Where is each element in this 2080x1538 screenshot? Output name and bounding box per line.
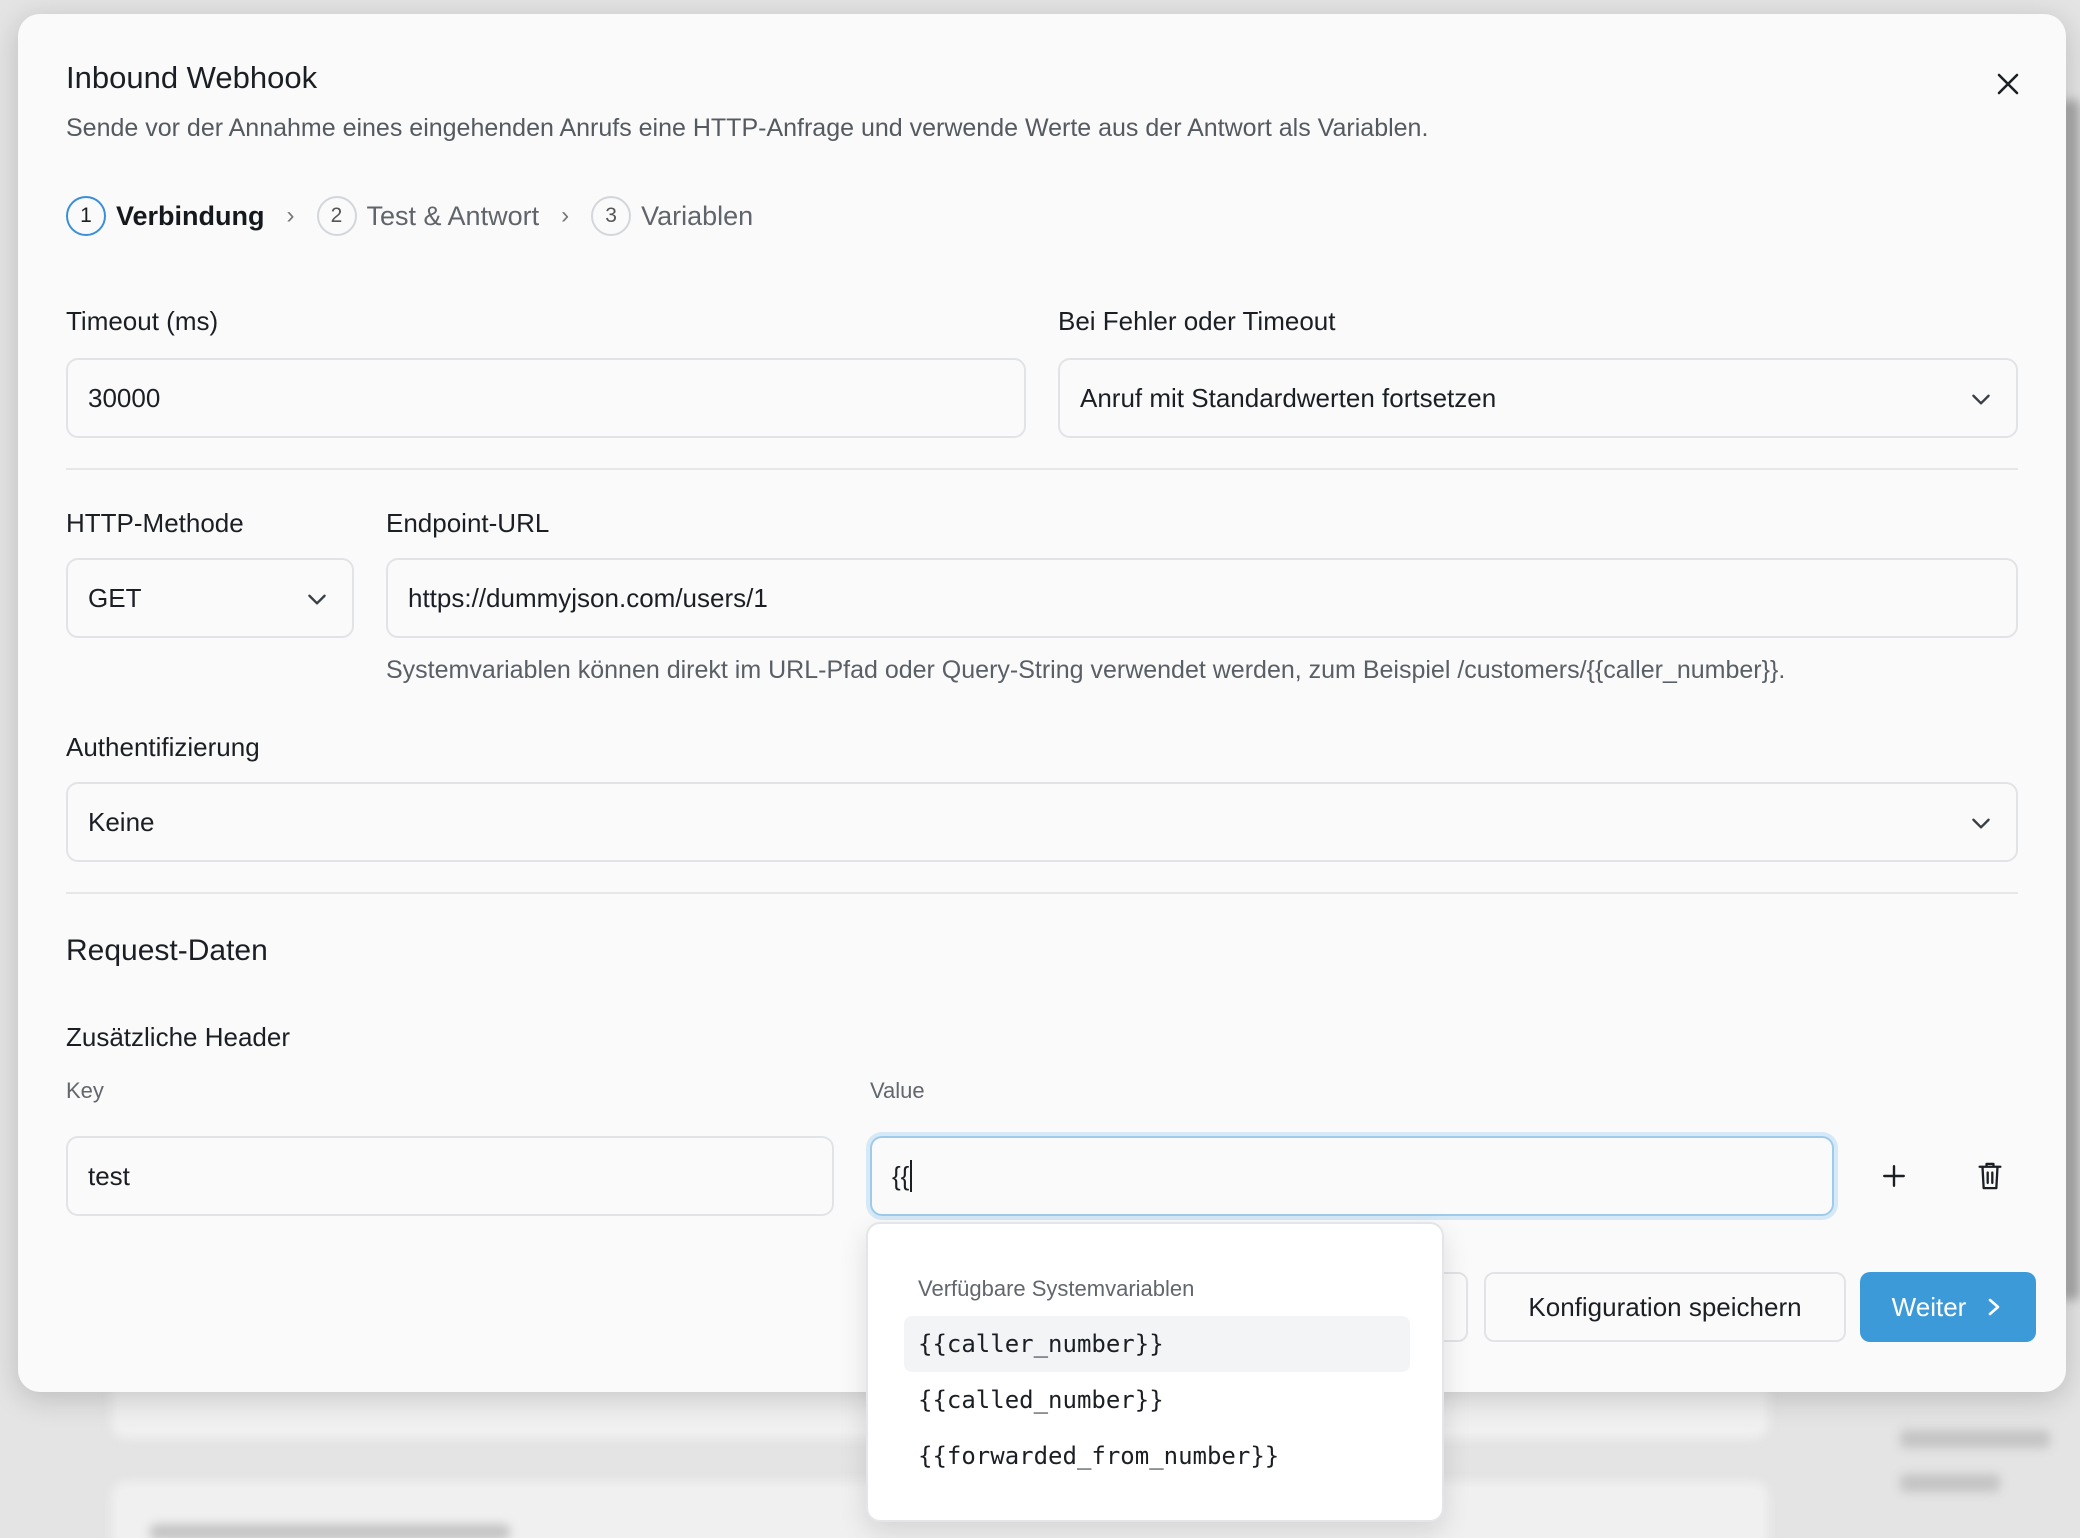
endpoint-url-hint: Systemvariablen können direkt im URL-Pfa… — [386, 656, 1786, 684]
chevron-right-icon — [1989, 1298, 2000, 1316]
header-value-input[interactable]: {{ — [870, 1136, 1834, 1216]
trash-icon — [1978, 1162, 2002, 1190]
timeout-input[interactable]: 30000 — [66, 358, 1026, 438]
header-key-label: Key — [66, 1078, 104, 1103]
chevron-down-icon — [308, 594, 326, 605]
http-method-label: HTTP-Methode — [66, 508, 244, 538]
plus-icon — [1883, 1165, 1905, 1187]
endpoint-url-input[interactable]: https://dummyjson.com/users/1 — [386, 558, 2018, 638]
divider — [66, 892, 2018, 894]
dropdown-header: Verfügbare Systemvariablen — [918, 1276, 1195, 1301]
on-error-select[interactable]: Anruf mit Standardwerten fortsetzen — [1058, 358, 2018, 438]
step-label: Variablen — [641, 200, 754, 231]
stepper: 1 Verbindung › 2 Test & Antwort › 3 Vari… — [66, 194, 753, 238]
divider — [66, 468, 2018, 470]
dialog-subtitle: Sende vor der Annahme eines eingehenden … — [66, 114, 1429, 142]
chevron-down-icon — [1972, 394, 1990, 405]
request-data-title: Request-Daten — [66, 934, 268, 967]
header-value-text: {{ — [892, 1160, 910, 1191]
authentication-select[interactable]: Keine — [66, 782, 2018, 862]
system-variables-dropdown: Verfügbare Systemvariablen {{caller_numb… — [866, 1222, 1444, 1522]
background-text — [1900, 1474, 2000, 1492]
step-label: Verbindung — [116, 200, 265, 231]
step-label: Test & Antwort — [366, 200, 540, 231]
authentication-label: Authentifizierung — [66, 732, 260, 762]
text-caret — [910, 1160, 913, 1192]
endpoint-url-value: https://dummyjson.com/users/1 — [408, 582, 768, 613]
authentication-value: Keine — [88, 806, 155, 837]
step-number: 1 — [66, 196, 106, 236]
inbound-webhook-dialog: Inbound Webhook Sende vor der Annahme ei… — [18, 14, 2066, 1392]
dialog-title: Inbound Webhook — [66, 60, 318, 95]
step-number: 2 — [316, 196, 357, 236]
chevron-right-icon: › — [561, 202, 570, 229]
chevron-right-icon: › — [286, 202, 295, 229]
http-method-value: GET — [88, 582, 142, 613]
step-number: 3 — [591, 196, 632, 236]
suggestion-forwarded-from-number[interactable]: {{forwarded_from_number}} — [904, 1428, 1410, 1484]
close-button[interactable] — [1986, 62, 2030, 106]
next-button[interactable]: Weiter — [1860, 1272, 2036, 1342]
timeout-label: Timeout (ms) — [66, 306, 219, 336]
step-test-antwort[interactable]: 2 Test & Antwort — [316, 196, 540, 236]
http-method-select[interactable]: GET — [66, 558, 354, 638]
add-header-button[interactable] — [1870, 1152, 1918, 1200]
delete-header-button[interactable] — [1966, 1152, 2014, 1200]
next-button-label: Weiter — [1891, 1291, 1967, 1322]
on-error-label: Bei Fehler oder Timeout — [1058, 306, 1336, 336]
background-text — [1900, 1430, 2050, 1448]
header-key-value: test — [88, 1160, 130, 1191]
suggestion-caller-number[interactable]: {{caller_number}} — [904, 1316, 1410, 1372]
save-configuration-button[interactable]: Konfiguration speichern — [1484, 1272, 1846, 1342]
additional-headers-title: Zusätzliche Header — [66, 1022, 290, 1052]
endpoint-url-label: Endpoint-URL — [386, 508, 550, 538]
on-error-value: Anruf mit Standardwerten fortsetzen — [1080, 382, 1497, 413]
background-text — [150, 1524, 510, 1538]
suggestion-called-number[interactable]: {{called_number}} — [904, 1372, 1410, 1428]
step-verbindung[interactable]: 1 Verbindung — [66, 196, 265, 236]
header-value-label: Value — [870, 1078, 925, 1103]
step-variablen[interactable]: 3 Variablen — [591, 196, 753, 236]
chevron-down-icon — [1972, 818, 1990, 829]
header-key-input[interactable]: test — [66, 1136, 834, 1216]
close-icon — [1997, 73, 2019, 95]
timeout-value: 30000 — [88, 382, 161, 413]
